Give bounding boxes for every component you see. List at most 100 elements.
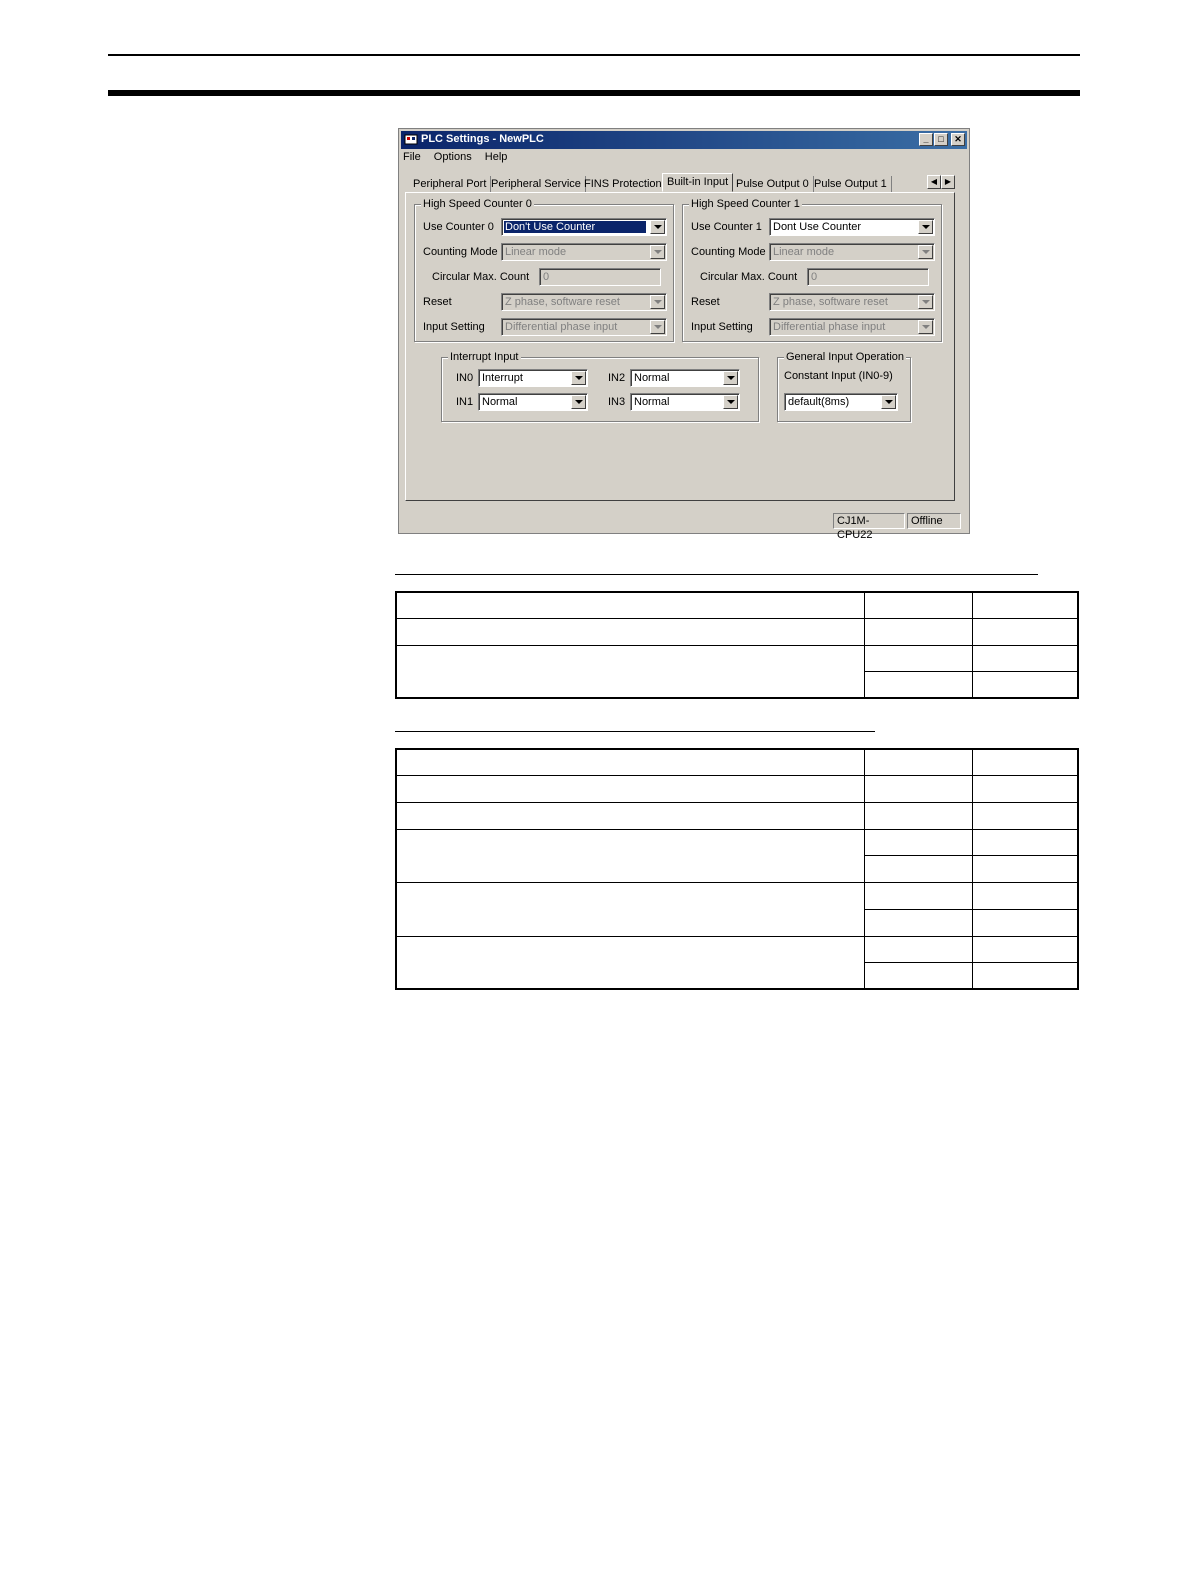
status-mode: Offline [907,513,961,529]
tab-pulse-output-0[interactable]: Pulse Output 0 [732,176,814,192]
hsc0-use-counter-select[interactable]: Don't Use Counter [501,218,667,236]
table-row [395,774,1079,803]
menu-help[interactable]: Help [485,151,508,163]
chevron-down-icon[interactable] [918,320,933,334]
hsc1-counting-mode-label: Counting Mode [691,246,766,258]
hsc0-reset-select[interactable]: Z phase, software reset [501,293,667,311]
menu-file[interactable]: File [403,151,421,163]
constant-input-label: Constant Input (IN0-9) [784,370,893,382]
table2-heading-rule [395,731,875,732]
table-2 [395,748,1079,990]
in1-select[interactable]: Normal [478,393,588,411]
in0-label: IN0 [456,372,474,384]
chevron-down-icon[interactable] [881,395,896,409]
chevron-down-icon[interactable] [918,245,933,259]
in1-value: Normal [482,396,518,408]
hsc1-use-counter-label: Use Counter 1 [691,221,762,233]
hsc0-use-counter-value: Don't Use Counter [504,221,646,233]
hsc1-input-setting-label: Input Setting [691,321,753,333]
maximize-button[interactable]: □ [934,133,948,146]
hsc1-circular-input[interactable]: 0 [807,268,929,286]
in0-value: Interrupt [482,372,523,384]
tab-peripheral-port[interactable]: Peripheral Port [409,176,492,192]
interrupt-input-title: Interrupt Input [448,351,521,363]
table-row [395,828,1079,883]
title-bar[interactable]: PLC Settings - NewPLC _ □ ✕ [401,131,967,149]
plc-settings-window: PLC Settings - NewPLC _ □ ✕ File Options… [398,128,970,541]
general-input-title: General Input Operation [784,351,907,363]
hsc0-use-counter-label: Use Counter 0 [423,221,494,233]
in2-label: IN2 [608,372,626,384]
in2-select[interactable]: Normal [630,369,740,387]
in3-value: Normal [634,396,670,408]
hsc1-input-setting-value: Differential phase input [773,321,886,333]
tab-strip: Peripheral Port Peripheral Service FINS … [409,173,961,193]
in2-value: Normal [634,372,670,384]
chevron-down-icon[interactable] [650,220,665,234]
hsc1-reset-select[interactable]: Z phase, software reset [769,293,935,311]
tab-built-in-input[interactable]: Built-in Input [662,173,734,192]
constant-input-value: default(8ms) [788,396,850,408]
hsc1-counting-mode-select[interactable]: Linear mode [769,243,935,261]
hsc1-circular-label: Circular Max. Count [700,271,798,283]
table-row [395,644,1079,699]
tab-fins-protection[interactable]: FINS Protection [580,176,667,192]
hsc1-input-setting-select[interactable]: Differential phase input [769,318,935,336]
hsc1-use-counter-value: Dont Use Counter [773,221,862,233]
hsc1-group: High Speed Counter 1 Use Counter 1 Dont … [682,198,942,342]
chevron-down-icon[interactable] [918,220,933,234]
hsc0-input-setting-value: Differential phase input [505,321,618,333]
chevron-down-icon[interactable] [571,395,586,409]
in3-select[interactable]: Normal [630,393,740,411]
chevron-down-icon[interactable] [723,395,738,409]
hsc1-title: High Speed Counter 1 [689,198,802,210]
close-button[interactable]: ✕ [951,133,965,146]
tab-scroll-left-icon[interactable]: ◀ [927,175,941,189]
chevron-down-icon[interactable] [650,320,665,334]
hsc0-title: High Speed Counter 0 [421,198,534,210]
chevron-down-icon[interactable] [723,371,738,385]
status-bar: CJ1M-CPU22 Offline [403,513,965,541]
built-in-input-panel: High Speed Counter 0 Use Counter 0 Don't… [405,192,955,501]
header-rule-thin [108,54,1080,56]
hsc0-reset-value: Z phase, software reset [505,296,620,308]
window-title: PLC Settings - NewPLC [421,133,544,145]
minimize-button[interactable]: _ [919,133,933,146]
hsc0-counting-mode-select[interactable]: Linear mode [501,243,667,261]
in3-label: IN3 [608,396,626,408]
hsc1-reset-label: Reset [691,296,720,308]
tab-scroll-right-icon[interactable]: ▶ [941,175,955,189]
hsc1-circular-value: 0 [811,271,818,283]
table-row [395,935,1079,990]
app-icon [404,134,418,145]
table-row [395,801,1079,830]
chevron-down-icon[interactable] [650,295,665,309]
header-rule-thick [108,90,1080,96]
hsc1-counting-mode-value: Linear mode [773,246,835,258]
hsc0-counting-mode-value: Linear mode [505,246,567,258]
chevron-down-icon[interactable] [918,295,933,309]
chevron-down-icon[interactable] [650,245,665,259]
constant-input-select[interactable]: default(8ms) [784,393,898,411]
tab-pulse-output-1[interactable]: Pulse Output 1 [810,176,892,192]
menu-bar: File Options Help [403,151,517,167]
menu-options[interactable]: Options [434,151,472,163]
hsc0-input-setting-label: Input Setting [423,321,485,333]
in0-select[interactable]: Interrupt [478,369,588,387]
table-row [395,881,1079,937]
status-model: CJ1M-CPU22 [833,513,905,541]
hsc0-reset-label: Reset [423,296,452,308]
chevron-down-icon[interactable] [571,371,586,385]
tab-peripheral-service[interactable]: Peripheral Service [487,176,586,192]
hsc0-counting-mode-label: Counting Mode [423,246,498,258]
table1-heading-rule [395,574,1038,575]
hsc0-group: High Speed Counter 0 Use Counter 0 Don't… [414,198,674,342]
hsc1-use-counter-select[interactable]: Dont Use Counter [769,218,935,236]
table-row [395,591,1079,619]
table-1 [395,591,1079,699]
hsc0-circular-input[interactable]: 0 [539,268,661,286]
tab-scroll: ◀ ▶ [927,175,955,189]
hsc0-circular-label: Circular Max. Count [432,271,530,283]
hsc0-input-setting-select[interactable]: Differential phase input [501,318,667,336]
general-input-group: General Input Operation Constant Input (… [777,351,911,422]
